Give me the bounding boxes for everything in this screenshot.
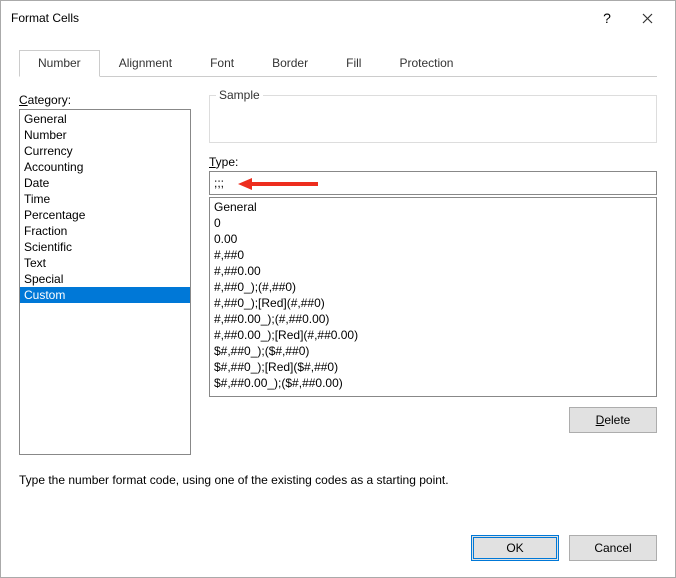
close-button[interactable] [627, 1, 667, 35]
category-listbox[interactable]: GeneralNumberCurrencyAccountingDateTimeP… [19, 109, 191, 455]
tab-protection[interactable]: Protection [380, 50, 472, 77]
format-item[interactable]: #,##0.00_);(#,##0.00) [210, 311, 656, 327]
format-item[interactable]: $#,##0_);($#,##0) [210, 343, 656, 359]
format-item[interactable]: $#,##0_);[Red]($#,##0) [210, 359, 656, 375]
client-area: NumberAlignmentFontBorderFillProtection … [1, 35, 675, 535]
format-item[interactable]: $#,##0.00_);($#,##0.00) [210, 375, 656, 391]
close-icon [642, 13, 653, 24]
format-item[interactable]: #,##0_);(#,##0) [210, 279, 656, 295]
category-item[interactable]: Time [20, 191, 190, 207]
help-button[interactable]: ? [587, 1, 627, 35]
format-item[interactable]: #,##0 [210, 247, 656, 263]
format-item[interactable]: #,##0_);[Red](#,##0) [210, 295, 656, 311]
dialog-footer: OK Cancel [1, 535, 675, 577]
format-item[interactable]: #,##0.00 [210, 263, 656, 279]
category-label: Category: [19, 93, 191, 107]
tab-strip: NumberAlignmentFontBorderFillProtection [19, 49, 657, 77]
tab-alignment[interactable]: Alignment [100, 50, 191, 77]
tab-fill[interactable]: Fill [327, 50, 380, 77]
dialog-title: Format Cells [11, 11, 587, 25]
tab-font[interactable]: Font [191, 50, 253, 77]
category-item[interactable]: Date [20, 175, 190, 191]
category-item[interactable]: Special [20, 271, 190, 287]
titlebar: Format Cells ? [1, 1, 675, 35]
format-item[interactable]: 0.00 [210, 231, 656, 247]
format-item[interactable]: #,##0.00_);[Red](#,##0.00) [210, 327, 656, 343]
ok-button[interactable]: OK [471, 535, 559, 561]
category-item[interactable]: Fraction [20, 223, 190, 239]
category-item[interactable]: General [20, 111, 190, 127]
category-item[interactable]: Percentage [20, 207, 190, 223]
category-item[interactable]: Currency [20, 143, 190, 159]
category-item[interactable]: Text [20, 255, 190, 271]
help-text: Type the number format code, using one o… [19, 473, 657, 487]
format-cells-dialog: Format Cells ? NumberAlignmentFontBorder… [0, 0, 676, 578]
format-item[interactable]: 0 [210, 215, 656, 231]
category-item[interactable]: Custom [20, 287, 190, 303]
tab-number[interactable]: Number [19, 50, 100, 77]
category-item[interactable]: Scientific [20, 239, 190, 255]
tab-border[interactable]: Border [253, 50, 327, 77]
type-label: Type: [209, 155, 657, 169]
sample-box: Sample [209, 95, 657, 143]
tab-body-number: Category: GeneralNumberCurrencyAccountin… [19, 77, 657, 519]
cancel-button[interactable]: Cancel [569, 535, 657, 561]
category-item[interactable]: Number [20, 127, 190, 143]
delete-button[interactable]: Delete [569, 407, 657, 433]
type-input-wrap [209, 171, 657, 195]
format-listbox[interactable]: General00.00#,##0#,##0.00#,##0_);(#,##0)… [209, 197, 657, 397]
format-item[interactable]: General [210, 199, 656, 215]
category-item[interactable]: Accounting [20, 159, 190, 175]
type-input[interactable] [210, 172, 656, 194]
sample-label: Sample [216, 88, 263, 102]
